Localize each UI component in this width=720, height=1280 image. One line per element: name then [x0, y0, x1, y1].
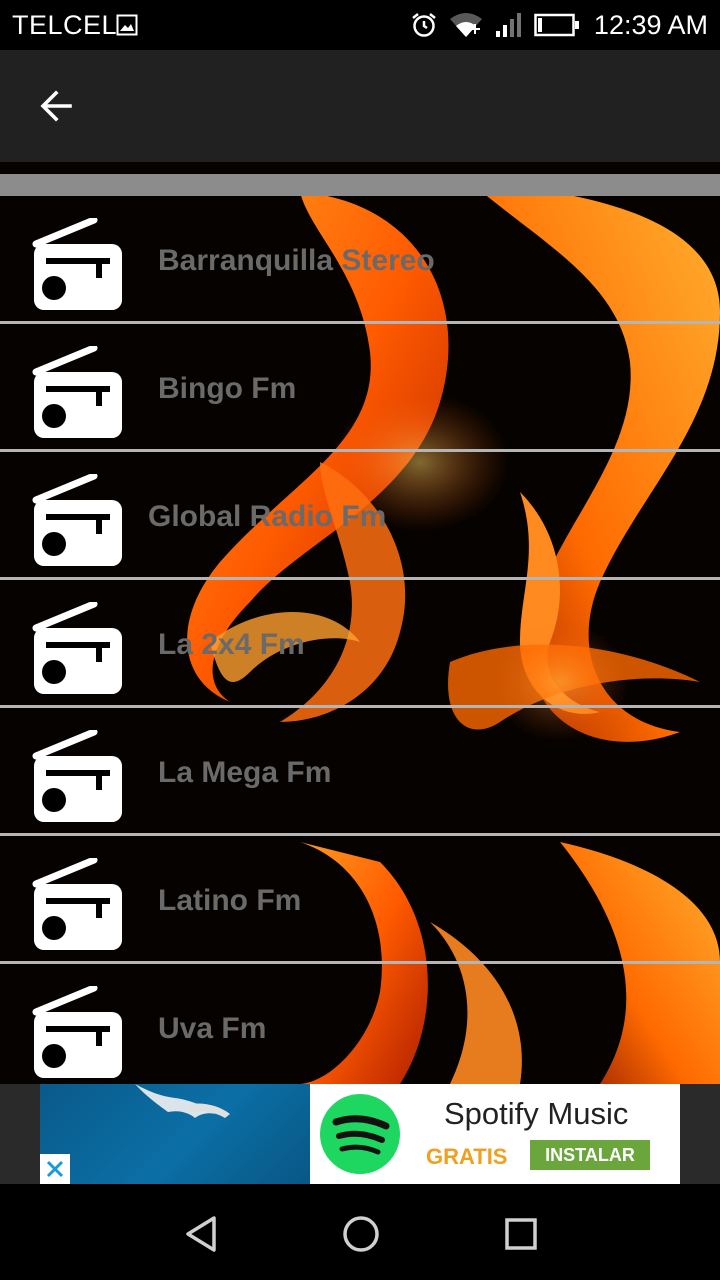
signal-icon — [495, 13, 521, 37]
radio-icon — [32, 986, 122, 1078]
ad-image[interactable] — [40, 1084, 310, 1184]
image-icon — [116, 14, 138, 36]
ad-banner[interactable]: Spotify Music GRATIS INSTALAR — [0, 1084, 720, 1184]
status-icons: 12:39 AM — [410, 8, 708, 42]
station-name: La Mega Fm — [158, 756, 332, 789]
station-row[interactable]: Bingo Fm — [0, 324, 720, 452]
nav-home-button[interactable] — [331, 1204, 391, 1264]
station-row[interactable]: Global Radio Fm — [0, 452, 720, 580]
ad-card[interactable]: Spotify Music GRATIS INSTALAR — [310, 1084, 680, 1184]
station-row[interactable]: Latino Fm — [0, 836, 720, 964]
back-button[interactable] — [26, 76, 86, 136]
station-name: Barranquilla Stereo — [158, 244, 435, 277]
back-triangle-icon — [186, 1216, 216, 1252]
station-row[interactable]: La 2x4 Fm — [0, 580, 720, 708]
radio-icon — [32, 474, 122, 566]
wifi-icon — [449, 13, 482, 37]
arrow-left-icon — [40, 90, 72, 122]
ad-close-button[interactable] — [40, 1154, 70, 1184]
radio-icon — [32, 602, 122, 694]
clock-time: 12:39 AM — [593, 9, 708, 40]
station-list-area: Barranquilla Stereo Bingo Fm Global Radi… — [0, 162, 720, 1084]
ad-title: Spotify Music — [444, 1096, 629, 1131]
recents-square-icon — [505, 1218, 537, 1250]
radio-icon — [32, 858, 122, 950]
station-name: Global Radio Fm — [148, 500, 387, 533]
station-name: Uva Fm — [158, 1012, 267, 1045]
station-name: Bingo Fm — [158, 372, 297, 405]
home-circle-icon — [343, 1216, 379, 1252]
ad-price-tag: GRATIS — [426, 1144, 508, 1169]
status-bar: TELCEL 12:39 AM — [0, 0, 720, 50]
radio-icon — [32, 730, 122, 822]
close-icon — [46, 1160, 64, 1178]
station-row[interactable]: La Mega Fm — [0, 708, 720, 836]
station-row[interactable]: Barranquilla Stereo — [0, 196, 720, 324]
navigation-bar — [0, 1184, 720, 1280]
nav-recents-button[interactable] — [491, 1204, 551, 1264]
radio-icon — [32, 346, 122, 438]
station-name: La 2x4 Fm — [158, 628, 305, 661]
station-row[interactable]: Uva Fm — [0, 964, 720, 1084]
alarm-icon — [412, 13, 436, 37]
nav-back-button[interactable] — [172, 1204, 232, 1264]
carrier-name: TELCEL — [12, 10, 118, 40]
install-button[interactable]: INSTALAR — [530, 1140, 650, 1170]
radio-icon — [32, 218, 122, 310]
station-list: Barranquilla Stereo Bingo Fm Global Radi… — [0, 196, 720, 1084]
battery-icon — [534, 13, 579, 37]
station-name: Latino Fm — [158, 884, 302, 917]
list-top-divider — [0, 174, 720, 196]
app-bar — [0, 50, 720, 162]
spotify-logo-icon — [320, 1094, 400, 1174]
bird-illustration — [135, 1084, 230, 1118]
